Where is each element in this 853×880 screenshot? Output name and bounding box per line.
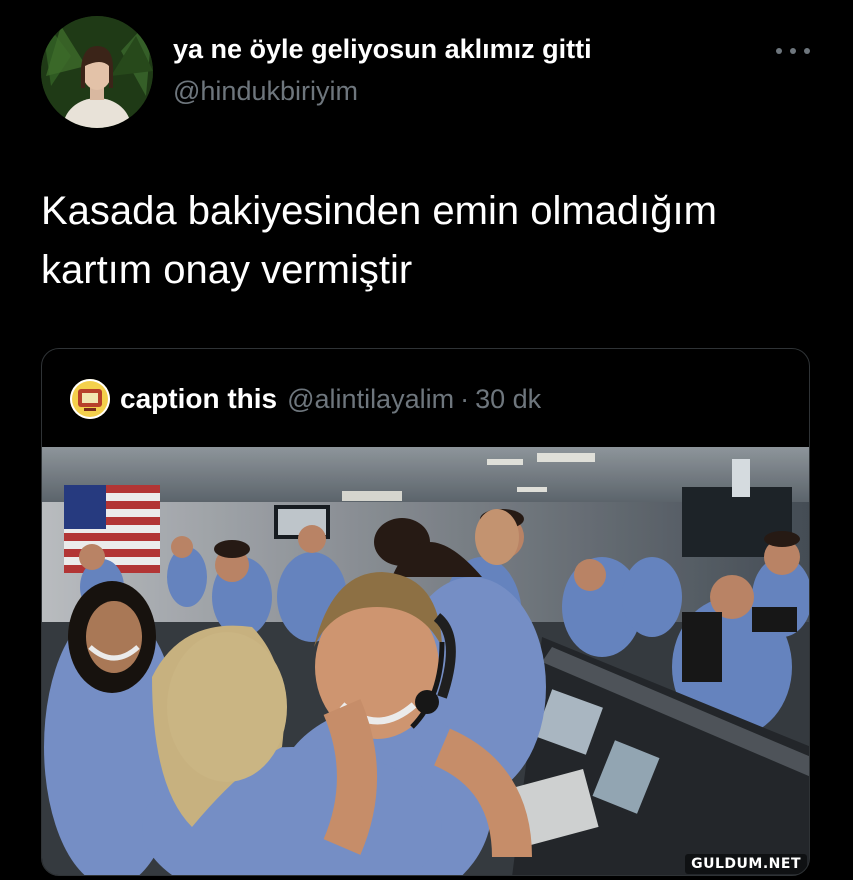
quoted-tweet-card[interactable]: caption this @alintilayalim · 30 dk GULD… bbox=[41, 348, 810, 876]
caption-this-logo-icon[interactable] bbox=[70, 379, 110, 419]
user-handle[interactable]: @hindukbiriyim bbox=[173, 76, 358, 107]
user-avatar[interactable] bbox=[41, 16, 153, 128]
tweet: ya ne öyle geliyosun aklımız gitti @hind… bbox=[0, 0, 853, 880]
mission-control-celebration-photo-icon bbox=[42, 447, 809, 875]
dot bbox=[776, 48, 782, 54]
dot bbox=[790, 48, 796, 54]
user-display-name[interactable]: ya ne öyle geliyosun aklımız gitti bbox=[173, 34, 592, 65]
quoted-user-name[interactable]: caption this bbox=[120, 383, 277, 415]
more-horizontal-icon[interactable] bbox=[776, 38, 810, 64]
quoted-tweet-header: caption this @alintilayalim · 30 dk bbox=[70, 377, 541, 421]
quoted-tweet-photo[interactable]: GULDUM.NET bbox=[42, 447, 809, 875]
dot bbox=[804, 48, 810, 54]
tweet-text: Kasada bakiyesinden emin olmadığım kartı… bbox=[41, 189, 717, 292]
watermark: GULDUM.NET bbox=[685, 854, 807, 874]
caption-this-logo-glyph bbox=[78, 389, 102, 411]
quoted-tweet-time[interactable]: 30 dk bbox=[475, 384, 541, 415]
quoted-user-handle[interactable]: @alintilayalim bbox=[287, 384, 454, 415]
profile-photo-icon bbox=[41, 16, 153, 128]
separator: · bbox=[460, 383, 470, 414]
